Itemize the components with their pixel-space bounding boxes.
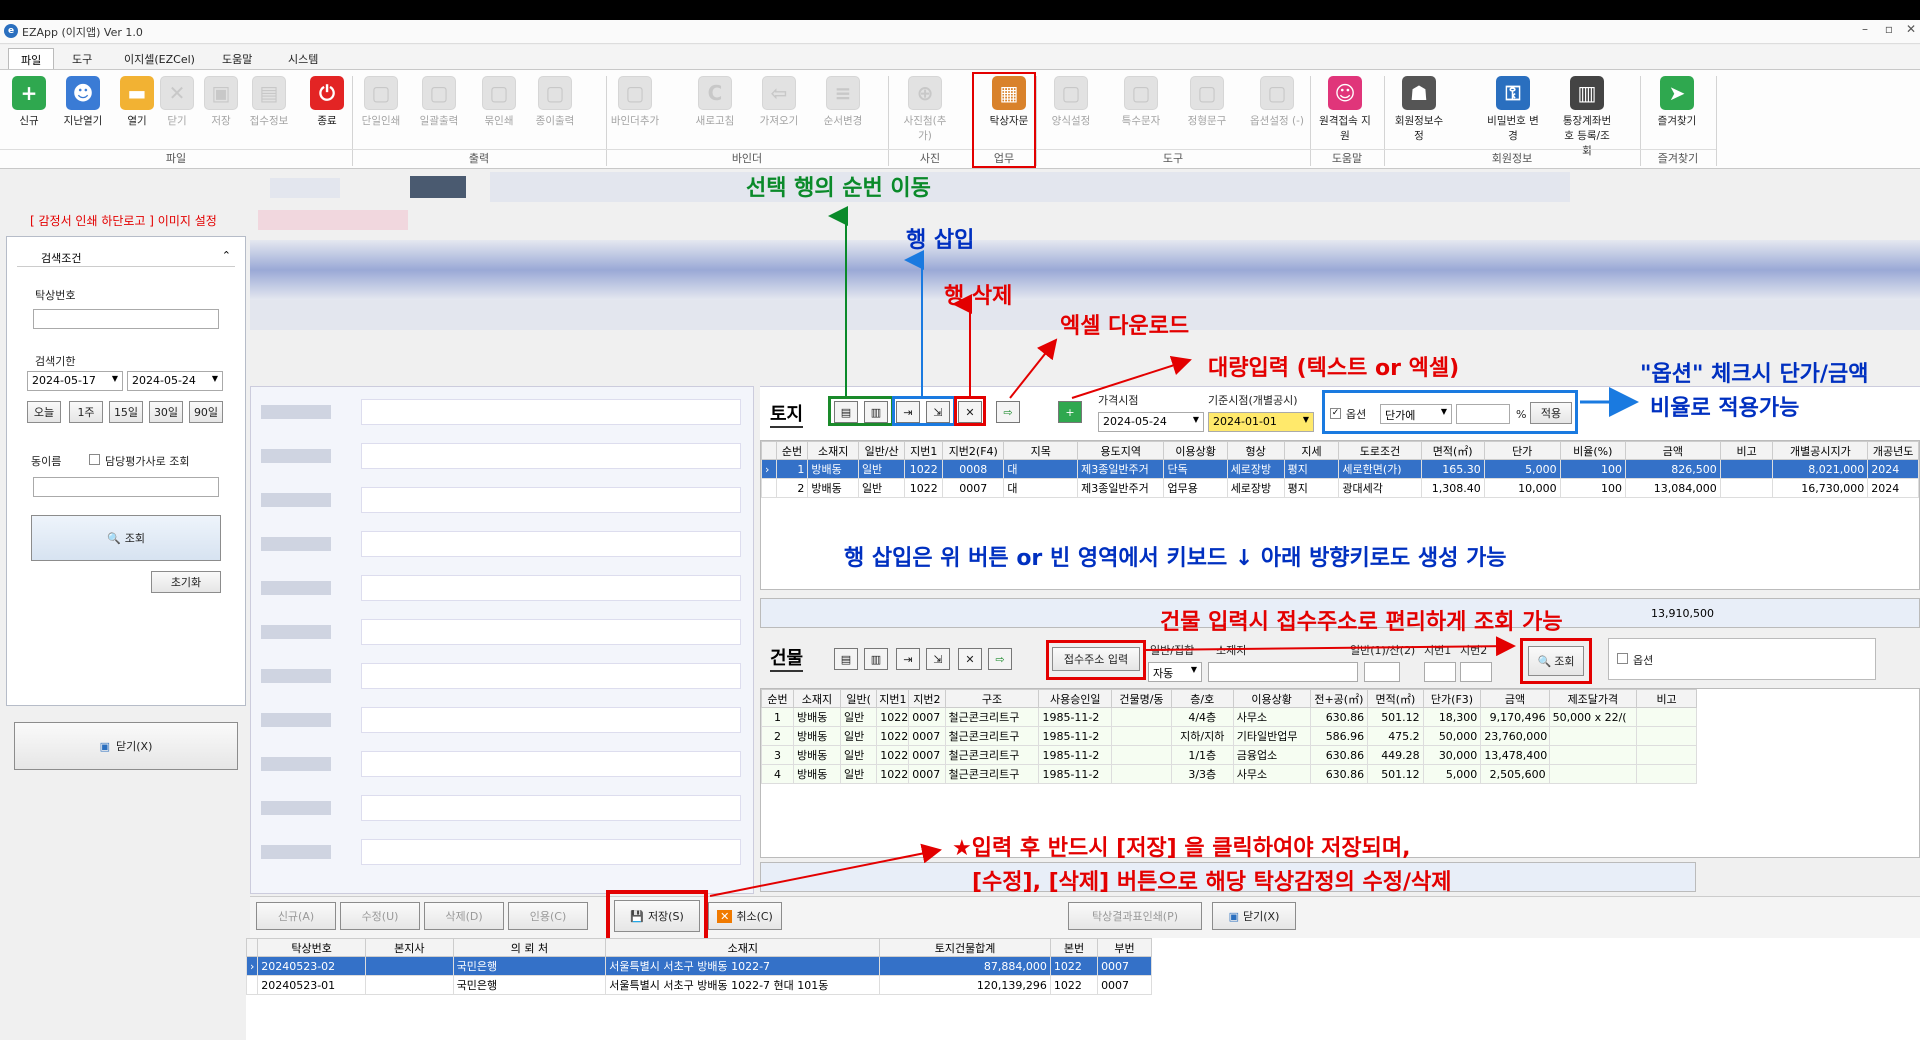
annotation-option-line2: 비율로 적용가능 <box>1650 396 1800 421</box>
annotation-move: 선택 행의 순번 이동 <box>746 176 931 201</box>
annotation-excel: 엑셀 다운로드 <box>1060 314 1190 339</box>
annotation-address-tip: 건물 입력시 접수주소로 편리하게 조회 가능 <box>1160 610 1563 635</box>
save-arrow <box>709 843 942 897</box>
addr-arrow <box>1145 636 1516 657</box>
annotation-delete: 행 삭제 <box>944 284 1013 309</box>
annotation-row-tip: 행 삽입은 위 버튼 or 빈 영역에서 키보드 ↓ 아래 방향키로도 생성 가… <box>844 546 1507 571</box>
excel-arrow <box>1009 338 1058 399</box>
annotation-save-line1: ★입력 후 반드시 [저장] 을 클릭하여야 저장되며, <box>952 836 1411 861</box>
annotation-arrows <box>709 206 1639 897</box>
bulk-arrow <box>1071 355 1192 399</box>
annotation-bulk: 대량입력 (텍스트 or 엑셀) <box>1208 356 1460 381</box>
annotation-save-line2: [수정], [삭제] 버튼으로 해당 탁상감정의 수정/삭제 <box>972 870 1452 895</box>
annotation-insert: 행 삽입 <box>906 228 975 253</box>
annotation-option-line1: "옵션" 체크시 단가/금액 <box>1640 362 1869 387</box>
